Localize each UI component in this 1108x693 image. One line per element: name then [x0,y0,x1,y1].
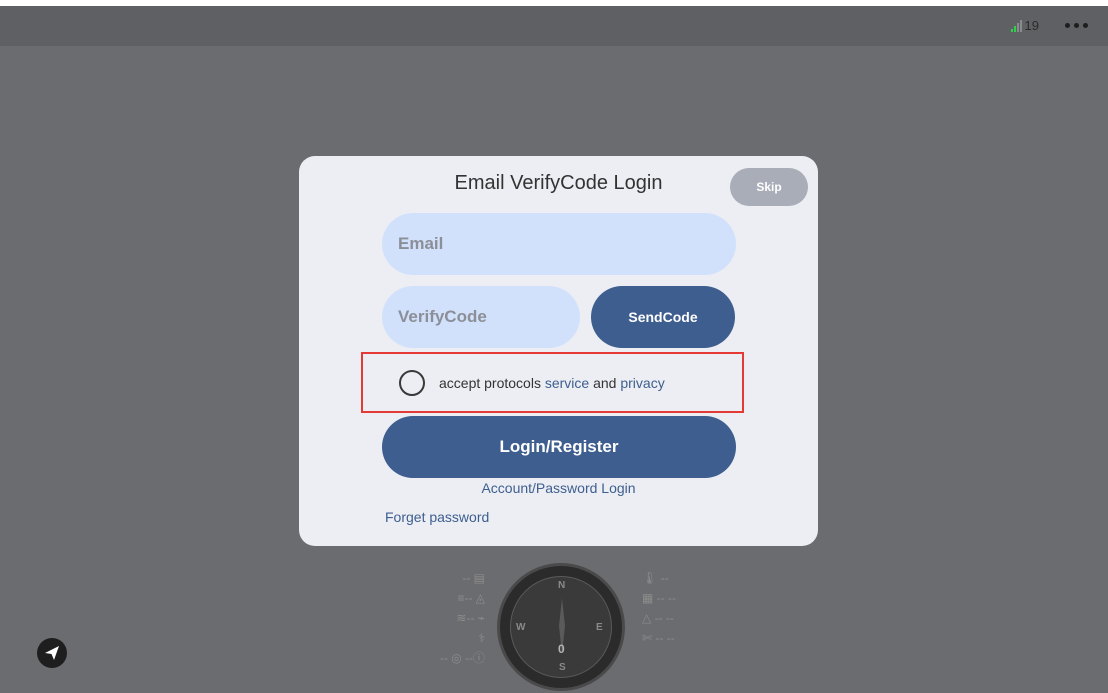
right-gauge-icons: 🌡 -- ▦ -- -- △ -- -- ✄ -- -- [642,571,676,645]
agreement-radio[interactable] [399,369,425,396]
skip-button[interactable]: Skip [730,168,808,206]
agreement-middle: and [589,374,621,391]
signal-text: 19 [1024,18,1039,33]
service-link[interactable]: service [545,375,589,391]
login-register-button[interactable]: Login/Register [382,416,736,478]
status-area: 19 [1010,18,1088,33]
compass-gauge: N S W E 0 [497,563,625,691]
left-gauge-icons: -- ▤ ≡-- ◬ ≋-- ⌁ ⚕ -- ◎ --ⓘ [439,571,485,665]
telegram-send-icon[interactable] [37,638,67,668]
compass-value: 0 [558,642,565,656]
compass-west: W [516,622,526,633]
signal-indicator: 19 [1010,18,1039,33]
agreement-prefix: accept protocols [439,374,545,391]
account-password-login-link[interactable]: Account/Password Login [299,480,818,496]
agreement-row: accept protocols service and privacy [361,352,744,413]
compass-east: E [596,622,603,633]
verify-code-input[interactable] [382,286,580,348]
compass-south: S [559,662,566,673]
login-dialog: Email VerifyCode Login Skip SendCode acc… [299,156,818,546]
compass-north: N [558,580,566,591]
status-bar: 19 [0,0,1108,46]
agreement-text: accept protocols service and privacy [439,375,665,391]
forget-password-link[interactable]: Forget password [385,509,489,525]
privacy-link[interactable]: privacy [620,375,664,391]
signal-icon [1010,19,1022,32]
more-icon[interactable] [1065,23,1088,28]
email-input[interactable] [382,213,736,275]
send-code-button[interactable]: SendCode [591,286,735,348]
